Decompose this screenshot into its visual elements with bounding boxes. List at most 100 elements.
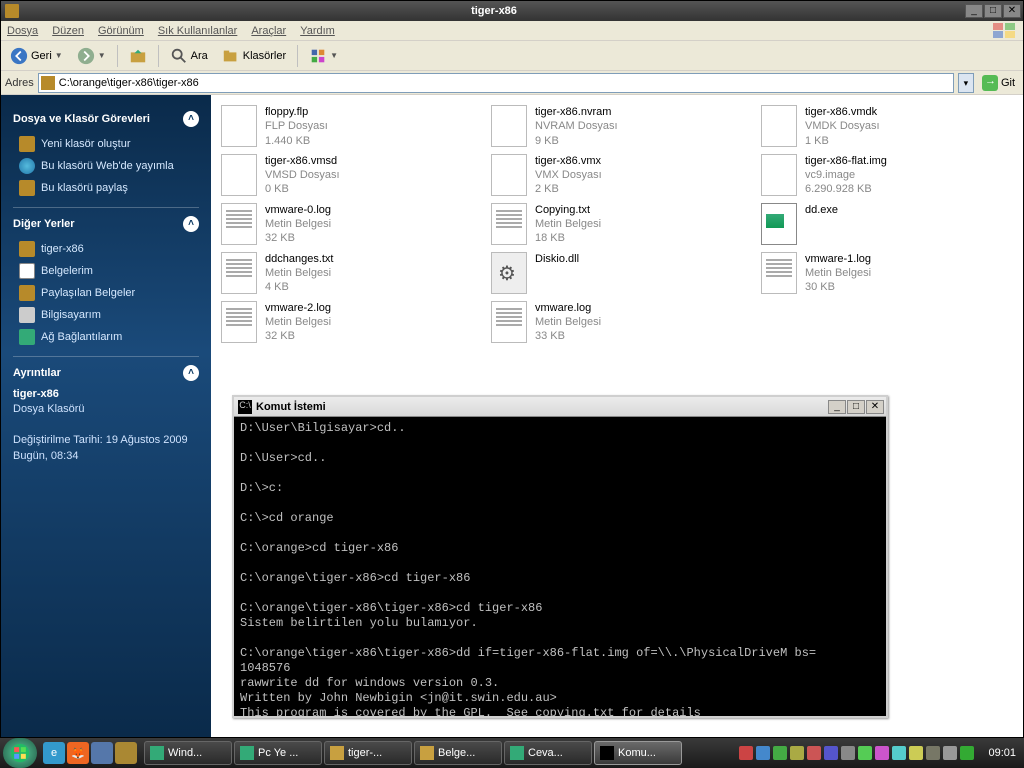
tray-icon[interactable]: [909, 746, 923, 760]
file-item[interactable]: vmware-1.logMetin Belgesi30 KB: [761, 252, 1013, 295]
tasks-header[interactable]: Dosya ve Klasör Görevleri˄: [13, 111, 199, 127]
tray-icon[interactable]: [960, 746, 974, 760]
file-item[interactable]: tiger-x86.vmdkVMDK Dosyası1 KB: [761, 105, 1013, 148]
task-icon: [600, 746, 614, 760]
task-button[interactable]: Pc Ye ...: [234, 741, 322, 765]
task-button[interactable]: tiger-...: [324, 741, 412, 765]
file-item[interactable]: dd.exe: [761, 203, 1013, 246]
menu-tools[interactable]: Araçlar: [251, 25, 286, 37]
menu-edit[interactable]: Düzen: [52, 25, 84, 37]
tray-icon[interactable]: [926, 746, 940, 760]
back-button[interactable]: Geri ▼: [5, 44, 68, 68]
address-box[interactable]: [38, 73, 954, 93]
tray-icon[interactable]: [824, 746, 838, 760]
file-type: VMSD Dosyası: [265, 168, 340, 182]
up-button[interactable]: [124, 44, 152, 68]
menu-help[interactable]: Yardım: [300, 25, 335, 37]
place-computer[interactable]: Bilgisayarım: [13, 304, 199, 326]
place-docs[interactable]: Belgelerim: [13, 260, 199, 282]
tray-volume-icon[interactable]: [943, 746, 957, 760]
tray-icon[interactable]: [841, 746, 855, 760]
file-item[interactable]: tiger-x86.nvramNVRAM Dosyası9 KB: [491, 105, 743, 148]
cmd-close-button[interactable]: ✕: [866, 400, 884, 414]
file-item[interactable]: Diskio.dll: [491, 252, 743, 295]
tray-icon[interactable]: [892, 746, 906, 760]
cmd-icon: C:\: [238, 400, 252, 414]
tray-icon[interactable]: [790, 746, 804, 760]
file-size: 1 KB: [805, 134, 880, 148]
file-item[interactable]: vmware-0.logMetin Belgesi32 KB: [221, 203, 473, 246]
chevron-up-icon: ˄: [183, 111, 199, 127]
file-item[interactable]: tiger-x86-flat.imgvc9.image6.290.928 KB: [761, 154, 1013, 197]
file-item[interactable]: ddchanges.txtMetin Belgesi4 KB: [221, 252, 473, 295]
file-type: VMDK Dosyası: [805, 119, 880, 133]
titlebar[interactable]: tiger-x86 _ □ ✕: [1, 1, 1023, 21]
minimize-button[interactable]: _: [965, 4, 983, 18]
file-icon: [491, 203, 527, 245]
address-dropdown[interactable]: ▾: [958, 73, 974, 93]
file-icon: [491, 301, 527, 343]
details-header[interactable]: Ayrıntılar˄: [13, 365, 199, 381]
ql-ie-icon[interactable]: e: [43, 742, 65, 764]
file-name: Diskio.dll: [535, 252, 579, 266]
quick-launch: e 🦊: [40, 742, 140, 764]
place-parent[interactable]: tiger-x86: [13, 238, 199, 260]
file-item[interactable]: tiger-x86.vmxVMX Dosyası2 KB: [491, 154, 743, 197]
places-header[interactable]: Diğer Yerler˄: [13, 216, 199, 232]
file-item[interactable]: tiger-x86.vmsdVMSD Dosyası0 KB: [221, 154, 473, 197]
task-new-folder[interactable]: Yeni klasör oluştur: [13, 133, 199, 155]
file-item[interactable]: vmware-2.logMetin Belgesi32 KB: [221, 301, 473, 344]
tray-icon[interactable]: [875, 746, 889, 760]
command-prompt-window[interactable]: C:\ Komut İstemi _ □ ✕ D:\User\Bilgisaya…: [232, 395, 888, 718]
menu-file[interactable]: Dosya: [7, 25, 38, 37]
file-icon: [221, 203, 257, 245]
start-button[interactable]: [3, 738, 37, 768]
task-share[interactable]: Bu klasörü paylaş: [13, 177, 199, 199]
cmd-maximize-button[interactable]: □: [847, 400, 865, 414]
place-shared[interactable]: Paylaşılan Belgeler: [13, 282, 199, 304]
views-button[interactable]: ▼: [304, 44, 343, 68]
tray-icon[interactable]: [773, 746, 787, 760]
task-button[interactable]: Komu...: [594, 741, 682, 765]
address-input[interactable]: [59, 77, 951, 89]
task-button[interactable]: Belge...: [414, 741, 502, 765]
file-icon: [221, 105, 257, 147]
file-name: ddchanges.txt: [265, 252, 334, 266]
search-button[interactable]: Ara: [165, 44, 213, 68]
folders-button[interactable]: Klasörler: [217, 44, 291, 68]
cmd-titlebar[interactable]: C:\ Komut İstemi _ □ ✕: [234, 397, 886, 417]
go-icon: [982, 75, 998, 91]
task-label: tiger-...: [348, 747, 382, 759]
close-button[interactable]: ✕: [1003, 4, 1021, 18]
tray-icon[interactable]: [858, 746, 872, 760]
go-button[interactable]: Git: [978, 75, 1019, 91]
file-icon: [491, 252, 527, 294]
ql-app-icon[interactable]: [115, 742, 137, 764]
task-publish[interactable]: Bu klasörü Web'de yayımla: [13, 155, 199, 177]
file-name: floppy.flp: [265, 105, 328, 119]
file-item[interactable]: Copying.txtMetin Belgesi18 KB: [491, 203, 743, 246]
cmd-minimize-button[interactable]: _: [828, 400, 846, 414]
menu-fav[interactable]: Sık Kullanılanlar: [158, 25, 238, 37]
place-network[interactable]: Ağ Bağlantılarım: [13, 326, 199, 348]
task-button[interactable]: Wind...: [144, 741, 232, 765]
forward-button[interactable]: ▼: [72, 44, 111, 68]
file-icon: [221, 301, 257, 343]
task-label: Komu...: [618, 747, 656, 759]
task-button[interactable]: Ceva...: [504, 741, 592, 765]
clock[interactable]: 09:01: [980, 747, 1024, 759]
chevron-up-icon: ˄: [183, 365, 199, 381]
search-icon: [170, 47, 188, 65]
file-item[interactable]: vmware.logMetin Belgesi33 KB: [491, 301, 743, 344]
file-size: 1.440 KB: [265, 134, 328, 148]
tray-icon[interactable]: [807, 746, 821, 760]
tray-icon[interactable]: [739, 746, 753, 760]
file-item[interactable]: floppy.flpFLP Dosyası1.440 KB: [221, 105, 473, 148]
ql-desktop-icon[interactable]: [91, 742, 113, 764]
task-label: Wind...: [168, 747, 202, 759]
tray-icon[interactable]: [756, 746, 770, 760]
cmd-output[interactable]: D:\User\Bilgisayar>cd.. D:\User>cd.. D:\…: [234, 417, 886, 716]
maximize-button[interactable]: □: [984, 4, 1002, 18]
ql-firefox-icon[interactable]: 🦊: [67, 742, 89, 764]
menu-view[interactable]: Görünüm: [98, 25, 144, 37]
